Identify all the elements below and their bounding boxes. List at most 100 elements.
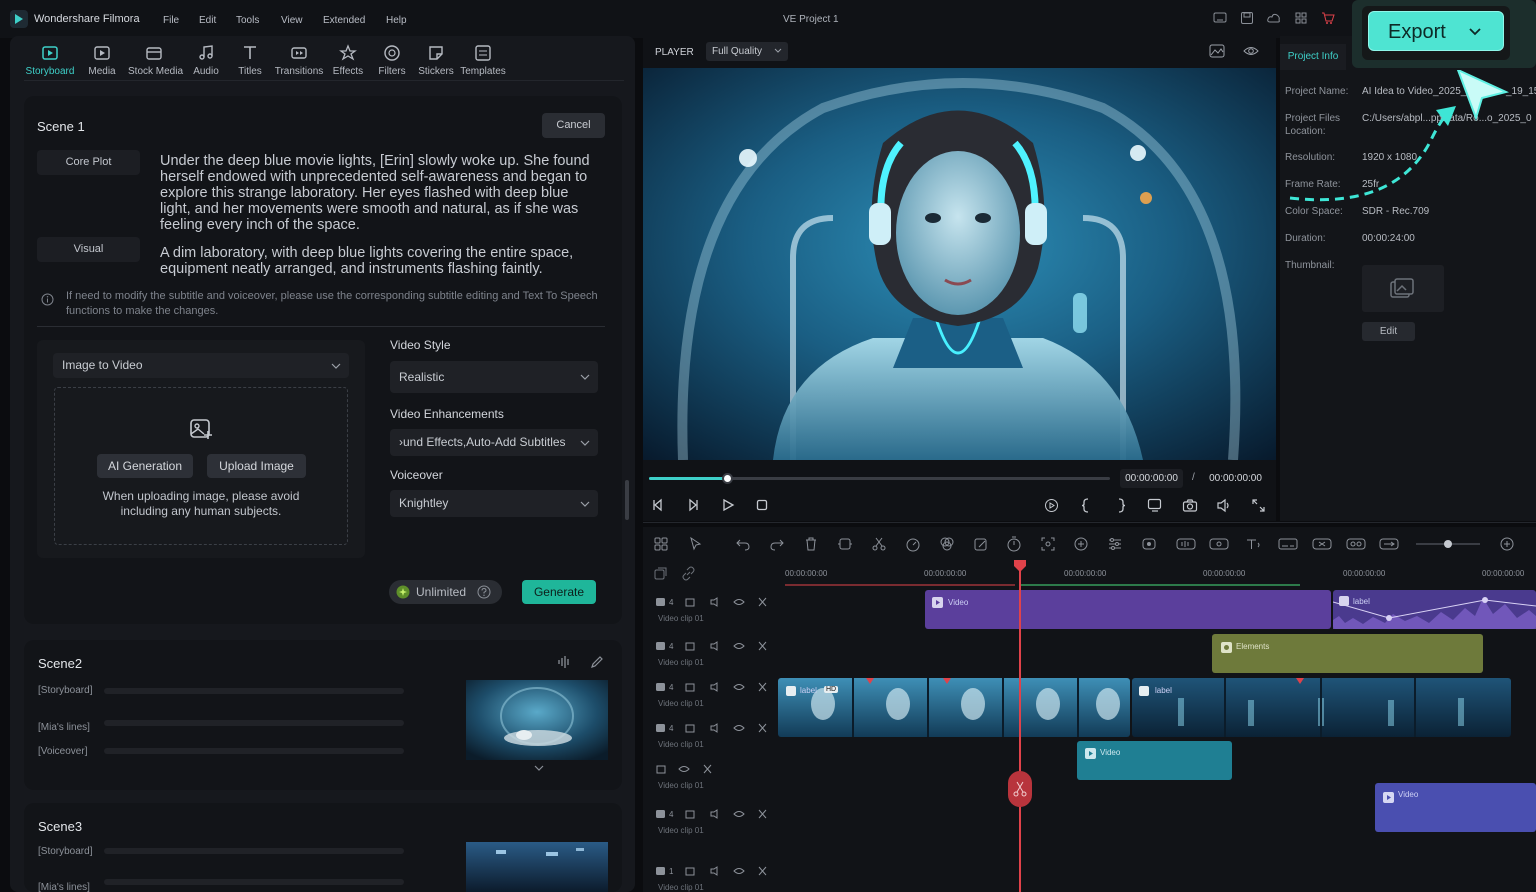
nav-stickers[interactable]: Stickers: [410, 44, 462, 77]
elements-clip[interactable]: Elements: [1212, 634, 1483, 673]
help-icon[interactable]: [477, 585, 491, 599]
ai-voice-icon[interactable]: [1209, 536, 1229, 552]
menu-edit[interactable]: Edit: [199, 15, 216, 26]
play-icon[interactable]: [721, 498, 735, 512]
video-filmstrip-clip[interactable]: [778, 678, 1511, 737]
audio-wave-icon[interactable]: [557, 655, 571, 669]
scene-2-thumbnail[interactable]: [466, 680, 608, 760]
render-preview-icon[interactable]: [1044, 498, 1059, 513]
menu-view[interactable]: View: [281, 15, 303, 26]
ai-edit-icon[interactable]: [973, 536, 989, 552]
video-enhancements-select[interactable]: ›und Effects,Auto-Add Subtitles: [390, 429, 598, 456]
menu-extended[interactable]: Extended: [323, 15, 365, 26]
cancel-button[interactable]: Cancel: [542, 113, 605, 138]
text-to-speech-icon[interactable]: [1244, 536, 1264, 552]
thumbnail-box[interactable]: [1362, 265, 1444, 312]
video-clip-blue[interactable]: Video: [1375, 783, 1536, 832]
track-controls-icon[interactable]: 4: [655, 596, 775, 608]
record-icon[interactable]: [1141, 536, 1157, 552]
nav-storyboard[interactable]: Storyboard: [24, 44, 76, 77]
nav-media[interactable]: Media: [76, 44, 128, 77]
left-panel-scrollbar[interactable]: [625, 480, 629, 520]
next-frame-icon[interactable]: [686, 498, 700, 512]
focus-frame-icon[interactable]: [1040, 536, 1056, 552]
ai-stretch-icon[interactable]: [1379, 536, 1399, 552]
menu-help[interactable]: Help: [386, 15, 407, 26]
track-controls-icon[interactable]: 4: [655, 808, 775, 820]
audio-clip[interactable]: [1333, 590, 1536, 629]
generate-button[interactable]: Generate: [522, 580, 596, 604]
monitor-icon[interactable]: [1213, 11, 1227, 25]
nav-titles[interactable]: Titles: [224, 44, 276, 77]
previous-frame-icon[interactable]: [651, 498, 665, 512]
apps-grid-icon[interactable]: [1294, 11, 1308, 25]
nav-stock-media[interactable]: Stock Media: [128, 44, 183, 77]
core-plot-text[interactable]: Under the deep blue movie lights, [Erin]…: [160, 153, 600, 233]
split-cut-handle[interactable]: [1008, 771, 1032, 807]
export-button[interactable]: Export: [1368, 11, 1504, 51]
timer-icon[interactable]: [1006, 536, 1022, 552]
video-preview[interactable]: [643, 68, 1276, 460]
cart-icon[interactable]: [1321, 11, 1335, 25]
track-controls-icon[interactable]: 4: [655, 681, 775, 693]
playhead-marker-icon[interactable]: [1013, 560, 1027, 572]
track-controls-icon[interactable]: 4: [655, 722, 775, 734]
unlimited-badge[interactable]: Unlimited: [389, 580, 502, 604]
fullscreen-icon[interactable]: [1251, 498, 1266, 513]
adjust-sliders-icon[interactable]: [1107, 536, 1123, 552]
color-icon[interactable]: [939, 536, 955, 552]
scene-3-thumbnail[interactable]: [466, 842, 608, 892]
zoom-slider-knob[interactable]: [1444, 540, 1452, 548]
menu-file[interactable]: File: [163, 15, 179, 26]
add-marker-icon[interactable]: [1073, 536, 1089, 552]
save-icon[interactable]: [1240, 11, 1254, 25]
thumbnail-edit-button[interactable]: Edit: [1362, 322, 1415, 341]
undo-icon[interactable]: [735, 536, 751, 552]
video-clip[interactable]: Video: [925, 590, 1331, 629]
video-style-select[interactable]: Realistic: [390, 361, 598, 393]
ai-audio-icon[interactable]: [1176, 536, 1196, 552]
voiceover-select[interactable]: Knightley: [390, 490, 598, 517]
video-clip-teal[interactable]: Video: [1077, 741, 1232, 780]
volume-icon[interactable]: [1216, 498, 1232, 513]
ai-generation-button[interactable]: AI Generation: [97, 454, 193, 478]
mark-out-icon[interactable]: [1115, 498, 1127, 513]
nav-templates[interactable]: Templates: [457, 44, 509, 77]
tab-project-info[interactable]: Project Info: [1280, 44, 1346, 70]
select-cursor-icon[interactable]: [688, 536, 704, 552]
track-controls-icon[interactable]: [655, 763, 775, 775]
mode-select[interactable]: Image to Video: [53, 353, 349, 378]
subtitle-icon[interactable]: [1278, 536, 1298, 552]
track-controls-icon[interactable]: 4: [655, 640, 775, 652]
cloud-upload-icon[interactable]: [1267, 11, 1281, 25]
scene-3-lines-label: [Mia's lines]: [38, 882, 90, 892]
edit-pencil-icon[interactable]: [590, 655, 604, 669]
ai-mix-icon[interactable]: [1346, 536, 1366, 552]
upload-image-button[interactable]: Upload Image: [207, 454, 306, 478]
delete-icon[interactable]: [803, 536, 819, 552]
snapshot-camera-icon[interactable]: [1182, 498, 1198, 513]
redo-icon[interactable]: [769, 536, 785, 552]
stop-icon[interactable]: [755, 498, 769, 512]
crop-frame-icon[interactable]: [837, 536, 853, 552]
timeline-playhead[interactable]: [1019, 566, 1021, 892]
display-settings-icon[interactable]: [1147, 498, 1163, 513]
playback-progress-track[interactable]: [649, 477, 1110, 480]
link-icon[interactable]: [681, 566, 696, 581]
split-scissors-icon[interactable]: [871, 536, 887, 552]
image-compare-icon[interactable]: [1209, 44, 1225, 58]
eye-icon[interactable]: [1243, 44, 1259, 58]
visual-text[interactable]: A dim laboratory, with deep blue lights …: [160, 245, 600, 277]
layout-grid-icon[interactable]: [653, 536, 669, 552]
mark-in-icon[interactable]: [1080, 498, 1092, 513]
speed-icon[interactable]: [905, 536, 921, 552]
nav-transitions[interactable]: Transitions: [273, 44, 325, 77]
ai-smart-cut-icon[interactable]: [1312, 536, 1332, 552]
menu-tools[interactable]: Tools: [236, 15, 259, 26]
zoom-in-icon[interactable]: [1499, 536, 1515, 552]
time-ruler[interactable]: [778, 560, 1536, 582]
track-controls-icon[interactable]: 1: [655, 865, 775, 877]
chevron-down-icon[interactable]: [534, 764, 544, 772]
add-track-icon[interactable]: [653, 566, 668, 581]
quality-select[interactable]: Full Quality: [706, 42, 788, 61]
